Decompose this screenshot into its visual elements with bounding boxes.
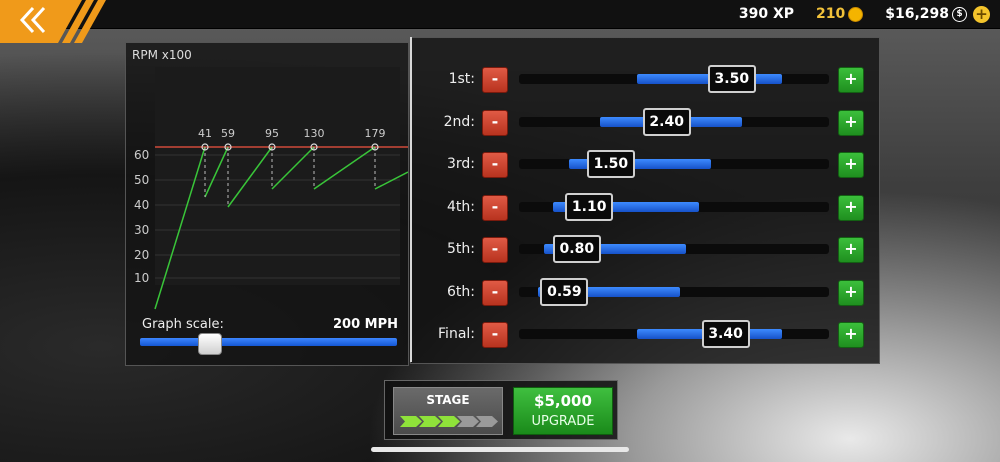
shift-point-label: 95 xyxy=(265,127,279,140)
gear-label: 2nd: xyxy=(443,113,475,130)
gear-ratio-value[interactable]: 3.50 xyxy=(707,65,756,93)
cash-value: $16,298 xyxy=(885,6,949,22)
panel-divider xyxy=(410,37,412,362)
gear-row: 5th: - 0.80 + xyxy=(411,235,879,265)
gear-ratio-panel: 1st: -3.50 +2nd: -2.40 +3rd: -1.50 +4th: -1.10 +… xyxy=(410,37,880,364)
gear-ratio-value[interactable]: 0.59 xyxy=(540,277,589,306)
gear-ratio-value[interactable]: 1.10 xyxy=(565,192,614,221)
gear-label: 5th: xyxy=(447,241,475,257)
gear-ratio-value[interactable]: 1.50 xyxy=(586,150,635,178)
y-tick-label: 30 xyxy=(134,223,149,237)
upgrade-price: $5,000 xyxy=(534,392,592,410)
rpm-graph: 60 50 40 30 20 10 41 59 95 130 179 xyxy=(134,67,408,310)
stage-chevron xyxy=(476,416,498,427)
increase-button[interactable]: + xyxy=(838,279,864,306)
y-tick-label: 40 xyxy=(134,198,149,212)
decrease-button[interactable]: - xyxy=(482,279,508,306)
shift-point-label: 179 xyxy=(365,127,386,140)
shift-point-label: 41 xyxy=(198,127,212,140)
decrease-button[interactable]: - xyxy=(482,67,508,93)
decrease-button[interactable]: - xyxy=(482,322,508,348)
increase-button[interactable]: + xyxy=(838,237,864,263)
decrease-button[interactable]: - xyxy=(482,194,508,221)
increase-button[interactable]: + xyxy=(838,194,864,221)
gear-row: 2nd: - 2.40 + xyxy=(411,107,879,138)
gear-row: 3rd: - 1.50 + xyxy=(411,150,879,180)
currency-bar: 390 XP 210 $16,298 $ + xyxy=(717,0,990,28)
y-tick-label: 10 xyxy=(134,271,149,285)
decrease-button[interactable]: - xyxy=(482,237,508,263)
gear-label: 3rd: xyxy=(446,156,475,172)
stage-indicator: STAGE xyxy=(393,387,503,435)
increase-button[interactable]: + xyxy=(838,322,864,348)
coin-icon xyxy=(848,6,864,22)
coins-value: 210 xyxy=(816,6,846,22)
graph-scale-value: 200 MPH xyxy=(332,317,398,332)
y-tick-label: 50 xyxy=(134,173,149,187)
gear-label: 4th: xyxy=(447,198,475,215)
decrease-button[interactable]: - xyxy=(482,109,508,136)
gear-row: Final: - 3.40 + xyxy=(411,320,879,350)
shift-point-label: 59 xyxy=(221,127,235,140)
graph-title: RPM x100 xyxy=(132,48,192,62)
graph-scale-slider[interactable] xyxy=(140,338,397,346)
gear-ratio-value[interactable]: 3.40 xyxy=(701,320,750,348)
increase-button[interactable]: + xyxy=(838,109,864,136)
y-tick-label: 60 xyxy=(134,148,149,162)
shift-point-label: 130 xyxy=(304,127,325,140)
y-tick-label: 20 xyxy=(134,248,149,262)
graph-scale-knob[interactable] xyxy=(198,333,222,355)
gear-ratio-value[interactable]: 0.80 xyxy=(552,235,601,263)
gear-label: 1st: xyxy=(448,71,475,87)
upgrade-button[interactable]: $5,000 UPGRADE xyxy=(513,387,613,435)
xp-value: 390 XP xyxy=(738,6,794,22)
gear-ratio-value[interactable]: 2.40 xyxy=(642,107,691,136)
gear-row: 1st: - 3.50 + xyxy=(411,65,879,95)
add-currency-button[interactable]: + xyxy=(973,5,990,23)
gear-row: 6th: - 0.59 + xyxy=(411,277,879,308)
gear-label: Final: xyxy=(438,326,475,342)
cash-icon: $ xyxy=(952,6,967,22)
gear-label: 6th: xyxy=(447,283,475,300)
stage-label: STAGE xyxy=(426,393,470,407)
upgrade-label: UPGRADE xyxy=(531,414,595,429)
gear-row: 4th: - 1.10 + xyxy=(411,192,879,223)
decrease-button[interactable]: - xyxy=(482,152,508,178)
home-indicator[interactable] xyxy=(371,447,629,452)
stage-upgrade-box: STAGE $5,000 UPGRADE xyxy=(384,380,618,440)
increase-button[interactable]: + xyxy=(838,67,864,93)
graph-scale-label: Graph scale: xyxy=(142,317,224,332)
back-button[interactable] xyxy=(0,0,108,43)
rpm-graph-panel: RPM x100 60 50 40 30 20 10 41 59 95 130 179 Graph… xyxy=(125,42,409,366)
increase-button[interactable]: + xyxy=(838,152,864,178)
